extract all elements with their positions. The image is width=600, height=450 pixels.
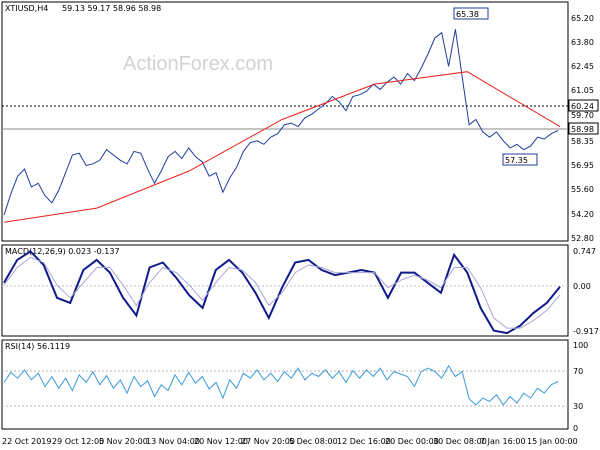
level-tag-text: 60.24	[571, 102, 594, 111]
price-symbol-label: XTIUSD,H4	[5, 4, 48, 13]
macd-tick-2: -0.917	[573, 327, 599, 336]
time-tick-11: 15 Jan 00:00	[527, 437, 578, 446]
time-tick-0: 22 Oct 2019	[2, 437, 51, 446]
macd-axis: 0.747 0.00 -0.917	[573, 247, 599, 336]
time-tick-6: 5 Dec 08:00	[289, 437, 338, 446]
time-tick-10: 7 Jan 16:00	[480, 437, 526, 446]
last-price-tag-text: 58.98	[571, 125, 594, 134]
price-tick-1: 63.80	[571, 38, 594, 47]
rsi-header: RSI(14) 56.1119	[5, 342, 70, 351]
rsi-tick-0: 100	[573, 341, 588, 350]
price-tick-4: 59.70	[571, 111, 594, 120]
rsi-tick-3: 0	[573, 424, 578, 433]
price-panel-frame	[1, 1, 569, 242]
watermark-logo: ActionForex.com	[123, 53, 273, 75]
price-tick-2: 62.45	[571, 62, 594, 71]
macd-tick-1: 0.00	[573, 282, 591, 291]
rsi-series	[3, 364, 559, 406]
price-tick-8: 54.20	[571, 210, 594, 219]
time-tick-5: 27 Nov 20:00	[241, 437, 295, 446]
rsi-axis: 100 70 30 0	[573, 341, 588, 433]
rsi-tick-1: 70	[573, 367, 583, 376]
macd-tick-0: 0.747	[573, 247, 596, 256]
price-tick-9: 52.80	[571, 234, 594, 243]
price-series	[3, 29, 559, 216]
rsi-panel-frame	[1, 339, 569, 430]
price-tick-0: 65.20	[571, 14, 594, 23]
low-label: 57.35	[505, 156, 528, 165]
macd-panel-frame	[1, 244, 569, 337]
time-tick-1: 29 Oct 12:00	[52, 437, 104, 446]
price-tick-3: 61.05	[571, 86, 594, 95]
ohlc-readout: 59.13 59.17 58.96 58.98	[62, 4, 161, 13]
time-tick-8: 20 Dec 00:00	[385, 437, 439, 446]
time-tick-4: 20 Nov 12:00	[194, 437, 248, 446]
time-tick-2: 5 Nov 20:00	[99, 437, 148, 446]
time-tick-7: 12 Dec 16:00	[337, 437, 391, 446]
price-tick-5: 58.35	[571, 137, 594, 146]
price-tick-7: 55.60	[571, 185, 594, 194]
time-tick-3: 13 Nov 04:00	[146, 437, 200, 446]
time-axis: 22 Oct 2019 29 Oct 12:00 5 Nov 20:00 13 …	[2, 437, 578, 446]
high-label: 65.38	[456, 10, 479, 19]
moving-average-series	[3, 71, 561, 223]
time-tick-9: 30 Dec 08:00	[433, 437, 487, 446]
price-chart[interactable]: ActionForex.com XTIUSD,H4 59.13 59.17 58…	[0, 0, 600, 450]
rsi-tick-2: 30	[573, 402, 583, 411]
price-tick-6: 56.95	[571, 161, 594, 170]
macd-header: MACD(12,26,9) 0.023 -0.137	[5, 247, 120, 256]
